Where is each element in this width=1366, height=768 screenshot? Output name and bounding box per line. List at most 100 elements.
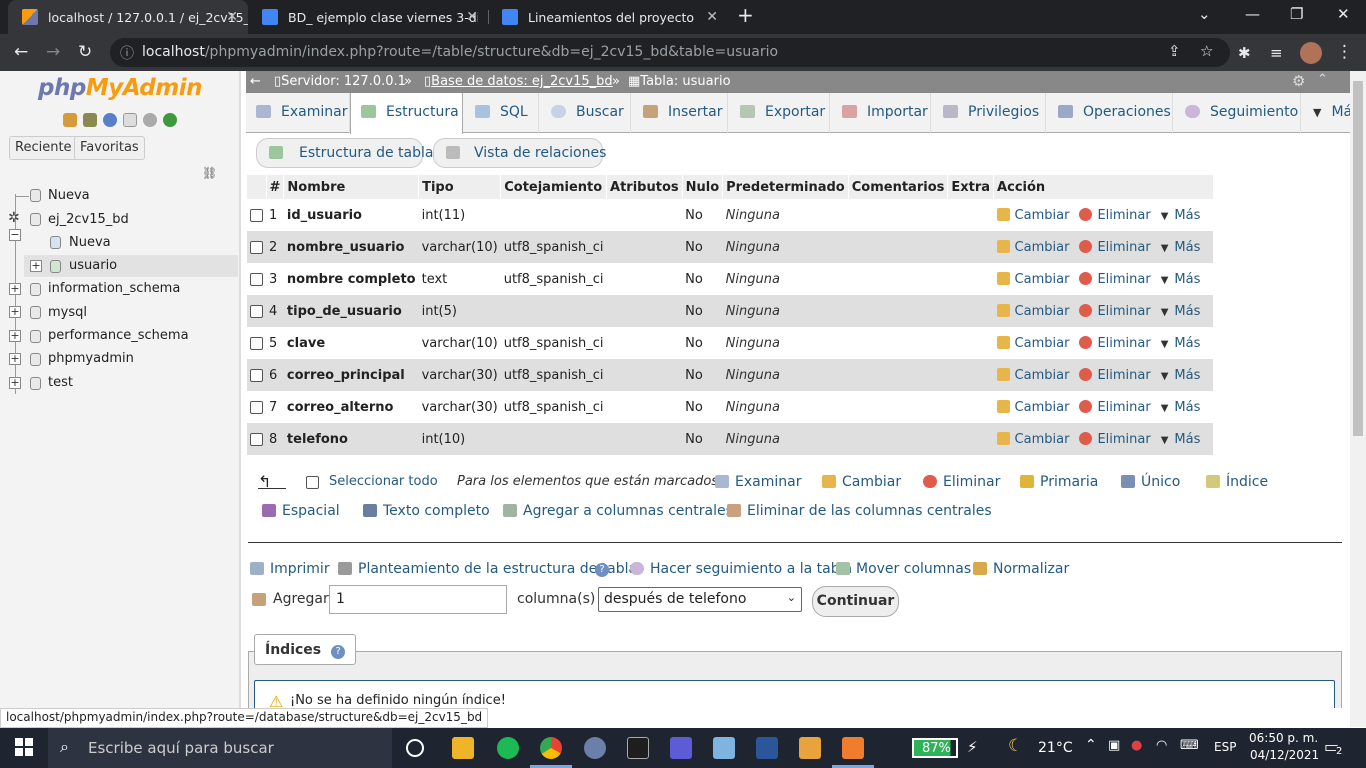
drop-column-button[interactable]: Eliminar: [1079, 431, 1151, 447]
track-table-link[interactable]: Hacer seguimiento a la tabla: [630, 561, 852, 577]
windows-start-icon[interactable]: [15, 738, 33, 756]
expand-plus-icon[interactable]: +: [30, 260, 42, 272]
tab-mas[interactable]: ▼Más: [1301, 93, 1350, 133]
breadcrumb-database[interactable]: ▯Base de datos: ej_2cv15_bd: [424, 74, 613, 89]
col-header-type[interactable]: Tipo: [418, 175, 502, 199]
expand-plus-icon[interactable]: +: [9, 330, 21, 342]
drop-column-button[interactable]: Eliminar: [1079, 367, 1151, 383]
drop-column-button[interactable]: Eliminar: [1079, 335, 1151, 351]
row-checkbox[interactable]: [250, 272, 263, 286]
devcpp-icon[interactable]: [670, 737, 692, 759]
tab-search-chevron-icon[interactable]: ⌄: [1198, 5, 1211, 23]
more-actions-button[interactable]: ▼ Más: [1161, 432, 1201, 447]
more-actions-button[interactable]: ▼ Más: [1161, 336, 1201, 351]
forward-arrow-icon[interactable]: →: [46, 42, 60, 62]
tab-privilegios[interactable]: Privilegios: [931, 93, 1046, 133]
file-explorer-icon[interactable]: [452, 737, 474, 759]
tree-db-performance-schema[interactable]: performance_schema: [48, 328, 189, 343]
keyboard-icon[interactable]: ⌨: [1180, 738, 1199, 753]
col-header-default[interactable]: Predeterminado: [722, 175, 849, 199]
row-checkbox[interactable]: [250, 336, 263, 350]
collapse-arrow-icon[interactable]: ←: [250, 74, 261, 89]
expand-plus-icon[interactable]: +: [9, 306, 21, 318]
favorite-tables-button[interactable]: Favoritas: [74, 136, 145, 160]
normalize-link[interactable]: Normalizar: [973, 561, 1069, 577]
minimize-icon[interactable]: —: [1245, 5, 1260, 23]
xampp-icon[interactable]: [842, 737, 864, 759]
close-window-icon[interactable]: ✕: [1337, 5, 1350, 23]
change-column-button[interactable]: Cambiar: [996, 335, 1069, 351]
page-scrollbar[interactable]: [1350, 71, 1366, 727]
tab-sql[interactable]: SQL: [463, 93, 539, 133]
app-bug-icon[interactable]: [584, 737, 606, 759]
chrome-icon[interactable]: [540, 737, 562, 759]
task-view-icon[interactable]: [406, 739, 424, 757]
tab-estructura[interactable]: Estructura: [350, 93, 463, 134]
tree-db-ej-2cv15-bd[interactable]: ej_2cv15_bd: [48, 212, 129, 227]
logout-icon[interactable]: [83, 113, 97, 127]
breadcrumb-server[interactable]: ▯Servidor: 127.0.0.1: [274, 74, 406, 89]
extensions-puzzle-icon[interactable]: ✱: [1238, 44, 1251, 62]
browser-tab-phpmyadmin[interactable]: localhost / 127.0.0.1 / ej_2cv15_b ✕: [8, 0, 248, 34]
tab-buscar[interactable]: Buscar: [539, 93, 631, 133]
row-checkbox[interactable]: [250, 400, 263, 414]
tree-new-table[interactable]: Nueva: [69, 235, 111, 250]
help-icon[interactable]: [103, 113, 117, 127]
select-all-checkbox[interactable]: [306, 476, 319, 489]
info-icon[interactable]: ⓘ: [120, 43, 134, 63]
change-column-button[interactable]: Cambiar: [996, 431, 1069, 447]
virtualbox-icon[interactable]: [713, 737, 735, 759]
col-header-null[interactable]: Nulo: [682, 175, 724, 199]
collapse-minus-icon[interactable]: −: [9, 229, 21, 241]
spotify-icon[interactable]: [497, 737, 519, 759]
bulk-remove-central-button[interactable]: Eliminar de las columnas centrales: [727, 503, 992, 519]
temperature[interactable]: 21°C: [1038, 740, 1073, 756]
propose-structure-link[interactable]: Planteamiento de la estructura de tabla: [338, 561, 637, 577]
change-column-button[interactable]: Cambiar: [996, 399, 1069, 415]
settings-gear-icon[interactable]: [143, 113, 157, 127]
change-column-button[interactable]: Cambiar: [996, 239, 1069, 255]
row-checkbox[interactable]: [250, 208, 263, 222]
change-column-button[interactable]: Cambiar: [996, 367, 1069, 383]
tree-new-database[interactable]: Nueva: [48, 188, 90, 203]
close-tab-icon[interactable]: ✕: [226, 9, 238, 25]
docs-icon[interactable]: [123, 113, 137, 127]
indexes-legend[interactable]: Índices?: [254, 634, 357, 665]
page-settings-gear-icon[interactable]: ⚙: [1292, 72, 1305, 90]
chrome-menu-icon[interactable]: ⋮: [1336, 42, 1353, 62]
help-icon[interactable]: ?: [595, 563, 609, 577]
bulk-unique-button[interactable]: Único: [1121, 474, 1180, 490]
new-tab-plus-icon[interactable]: +: [737, 3, 754, 27]
more-actions-button[interactable]: ▼ Más: [1161, 400, 1201, 415]
change-column-button[interactable]: Cambiar: [996, 207, 1069, 223]
bulk-index-button[interactable]: Índice: [1206, 474, 1268, 490]
bulk-change-button[interactable]: Cambiar: [822, 474, 901, 490]
help-icon[interactable]: ?: [331, 645, 346, 659]
drop-column-button[interactable]: Eliminar: [1079, 399, 1151, 415]
subtab-table-structure[interactable]: Estructura de tabla: [256, 138, 433, 168]
col-header-comments[interactable]: Comentarios: [848, 175, 949, 199]
bulk-spatial-button[interactable]: Espacial: [262, 503, 340, 519]
more-actions-button[interactable]: ▼ Más: [1161, 240, 1201, 255]
tray-record-icon[interactable]: ●: [1131, 738, 1142, 753]
more-actions-button[interactable]: ▼ Más: [1161, 208, 1201, 223]
reload-nav-icon[interactable]: [163, 113, 177, 127]
maximize-icon[interactable]: ❐: [1290, 5, 1303, 23]
bulk-fulltext-button[interactable]: Texto completo: [363, 503, 490, 519]
col-header-collation[interactable]: Cotejamiento: [500, 175, 608, 199]
tab-importar[interactable]: Importar: [830, 93, 931, 133]
media-controls-icon[interactable]: ≡: [1270, 44, 1283, 62]
more-actions-button[interactable]: ▼ Más: [1161, 304, 1201, 319]
scrollbar-thumb[interactable]: [1353, 81, 1363, 436]
tree-db-phpmyadmin[interactable]: phpmyadmin: [48, 351, 134, 366]
tab-seguimiento[interactable]: Seguimiento: [1173, 93, 1301, 133]
close-tab-icon[interactable]: ✕: [706, 9, 718, 25]
tray-chevron-up-icon[interactable]: ⌃: [1085, 737, 1097, 753]
word-icon[interactable]: [756, 737, 778, 759]
expand-plus-icon[interactable]: +: [9, 353, 21, 365]
tree-db-information-schema[interactable]: information_schema: [48, 281, 180, 296]
collapse-header-icon[interactable]: ⌃: [1317, 72, 1328, 87]
drop-column-button[interactable]: Eliminar: [1079, 239, 1151, 255]
drop-column-button[interactable]: Eliminar: [1079, 303, 1151, 319]
expand-plus-icon[interactable]: +: [9, 377, 21, 389]
